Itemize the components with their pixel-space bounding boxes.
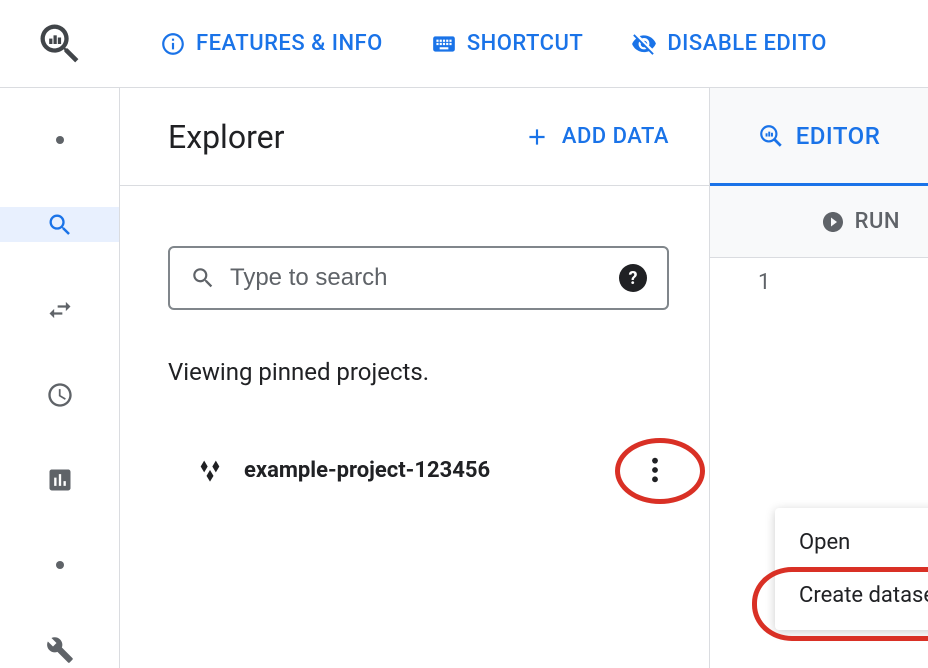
wrench-icon <box>46 636 74 664</box>
disable-editor-label: DISABLE EDITO <box>667 31 827 56</box>
rail-item-settings[interactable] <box>0 633 119 668</box>
menu-item-open[interactable]: Open <box>775 516 928 569</box>
top-toolbar: FEATURES & INFO SHORTCUT DISABLE EDITO <box>0 0 928 88</box>
features-info-button[interactable]: FEATURES & INFO <box>160 31 383 57</box>
bigquery-logo-icon <box>34 18 86 70</box>
project-actions-button[interactable] <box>635 450 675 490</box>
search-icon <box>190 265 216 291</box>
plus-icon <box>524 124 550 150</box>
dot-icon <box>56 561 64 569</box>
project-row[interactable]: example-project-123456 <box>168 456 669 484</box>
shortcut-button[interactable]: SHORTCUT <box>431 31 583 57</box>
help-icon[interactable]: ? <box>619 264 647 292</box>
monitoring-icon <box>46 466 74 494</box>
features-info-label: FEATURES & INFO <box>196 31 383 56</box>
left-navigation-rail <box>0 88 120 668</box>
app-logo <box>0 18 120 70</box>
disable-editor-button[interactable]: DISABLE EDITO <box>631 31 827 57</box>
search-input[interactable] <box>230 264 605 292</box>
run-label: RUN <box>855 209 900 234</box>
search-box[interactable]: ? <box>168 246 669 310</box>
editor-tab[interactable]: EDITOR <box>710 88 928 186</box>
clock-icon <box>46 381 74 409</box>
search-icon <box>46 211 74 239</box>
rail-item-monitoring[interactable] <box>0 463 119 498</box>
add-data-button[interactable]: ADD DATA <box>524 124 669 150</box>
more-vert-icon <box>651 456 659 484</box>
dot-icon <box>56 136 64 144</box>
explorer-panel: Explorer ADD DATA ? Viewing pinned proje… <box>120 88 710 668</box>
rail-item-dot-2[interactable] <box>0 548 119 583</box>
run-button[interactable]: RUN <box>821 209 900 234</box>
info-icon <box>160 31 186 57</box>
query-icon <box>758 123 784 149</box>
rail-item-history[interactable] <box>0 377 119 412</box>
line-number: 1 <box>758 270 928 295</box>
menu-item-create-dataset[interactable]: Create dataset <box>775 569 928 622</box>
pinned-projects-message: Viewing pinned projects. <box>168 358 669 386</box>
visibility-off-icon <box>631 31 657 57</box>
swap-horiz-icon <box>46 296 74 324</box>
project-hex-icon <box>196 456 224 484</box>
editor-tab-label: EDITOR <box>796 122 881 150</box>
rail-item-dot-1[interactable] <box>0 122 119 157</box>
shortcut-label: SHORTCUT <box>467 31 583 56</box>
add-data-label: ADD DATA <box>562 124 669 149</box>
rail-item-transfers[interactable] <box>0 292 119 327</box>
keyboard-icon <box>431 31 457 57</box>
project-name: example-project-123456 <box>244 458 490 483</box>
explorer-title: Explorer <box>168 118 284 156</box>
rail-item-search[interactable] <box>0 207 119 242</box>
project-context-menu: Open Create dataset <box>775 508 928 630</box>
play-circle-icon <box>821 210 845 234</box>
